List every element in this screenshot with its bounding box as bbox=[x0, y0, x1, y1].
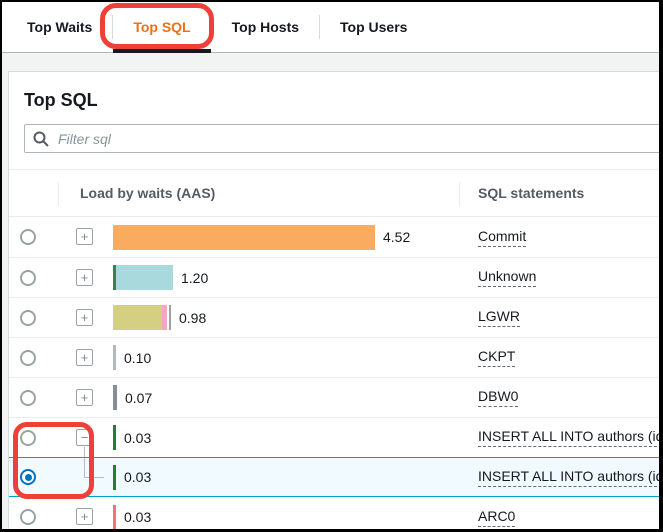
load-bar: 0.10 bbox=[113, 338, 151, 377]
sql-statement-cell: DBW0 bbox=[478, 378, 659, 417]
aas-value: 4.52 bbox=[383, 229, 410, 245]
sql-statement-cell: INSERT ALL INTO authors (id, bbox=[478, 458, 659, 496]
load-bar-segment bbox=[113, 505, 116, 530]
tab-bar: Top Waits Top SQL Top Hosts Top Users bbox=[2, 2, 659, 53]
tab-top-hosts[interactable]: Top Hosts bbox=[212, 2, 319, 52]
sql-statement-cell: Unknown bbox=[478, 258, 659, 297]
radio-button[interactable] bbox=[20, 350, 36, 366]
sql-statement-cell: INSERT ALL INTO authors (id, bbox=[478, 418, 659, 457]
sql-statement-link[interactable]: INSERT ALL INTO authors (id, bbox=[478, 468, 659, 487]
sql-statement-link[interactable]: Commit bbox=[478, 228, 526, 247]
table-row[interactable]: 0.03 INSERT ALL INTO authors (id, bbox=[9, 457, 659, 497]
tree-connector-line bbox=[84, 447, 85, 457]
expand-row-button-plus-icon[interactable]: + bbox=[76, 309, 93, 326]
aas-value: 0.03 bbox=[124, 509, 151, 525]
load-bar: 4.52 bbox=[113, 217, 410, 257]
sql-statement-link[interactable]: INSERT ALL INTO authors (id, bbox=[478, 428, 659, 447]
tree-connector-elbow bbox=[84, 458, 104, 478]
panel-title: Top SQL bbox=[24, 90, 659, 111]
aas-value: 0.98 bbox=[179, 310, 206, 326]
sql-statement-link[interactable]: ARC0 bbox=[478, 508, 515, 527]
aas-value: 0.07 bbox=[125, 390, 152, 406]
column-header-load-by-waits[interactable]: Load by waits (AAS) bbox=[80, 185, 215, 201]
sql-statement-link[interactable]: Unknown bbox=[478, 268, 536, 287]
tab-label: Top Waits bbox=[27, 19, 92, 35]
aas-value: 0.03 bbox=[124, 430, 151, 446]
aas-value: 0.03 bbox=[124, 469, 151, 485]
column-divider bbox=[58, 182, 59, 206]
load-bar: 0.98 bbox=[113, 298, 206, 337]
table-body: +4.52 Commit +1.20 Unknown +0.98 LGWR +0.10 CKP… bbox=[9, 217, 659, 532]
top-sql-panel: Top SQL Load by waits (AAS) SQL statemen… bbox=[8, 71, 659, 529]
sql-statement-cell: Commit bbox=[478, 217, 659, 257]
tab-label: Top SQL bbox=[133, 19, 190, 35]
sql-statement-link[interactable]: CKPT bbox=[478, 348, 515, 367]
expand-row-button-plus-icon[interactable]: + bbox=[76, 508, 93, 525]
tab-label: Top Hosts bbox=[232, 19, 299, 35]
tab-top-sql[interactable]: Top SQL bbox=[113, 2, 210, 52]
radio-button[interactable] bbox=[20, 390, 36, 406]
expand-row-button-plus-icon[interactable]: + bbox=[76, 269, 93, 286]
tab-top-waits[interactable]: Top Waits bbox=[7, 2, 112, 52]
load-bar-segment bbox=[113, 425, 116, 450]
filter-input[interactable] bbox=[56, 130, 655, 148]
load-bar: 0.03 bbox=[113, 458, 151, 496]
table-header: Load by waits (AAS) SQL statements bbox=[9, 169, 659, 217]
aas-value: 1.20 bbox=[181, 270, 208, 286]
load-bar: 1.20 bbox=[113, 258, 208, 297]
tab-label: Top Users bbox=[340, 19, 407, 35]
table-row[interactable]: +0.10 CKPT bbox=[9, 337, 659, 377]
load-bar: 0.03 bbox=[113, 418, 151, 457]
load-bar: 0.03 bbox=[113, 497, 151, 532]
table-row[interactable]: − 0.03 INSERT ALL INTO authors (id, bbox=[9, 417, 659, 457]
sql-statement-cell: CKPT bbox=[478, 338, 659, 377]
radio-button-checked[interactable] bbox=[20, 469, 36, 485]
radio-button[interactable] bbox=[20, 310, 36, 326]
radio-button[interactable] bbox=[20, 270, 36, 286]
load-bar-segment bbox=[113, 465, 116, 490]
column-divider bbox=[459, 182, 460, 206]
collapse-row-button-minus-icon[interactable]: − bbox=[76, 429, 93, 446]
radio-button[interactable] bbox=[20, 509, 36, 525]
column-header-sql-statements[interactable]: SQL statements bbox=[478, 185, 584, 201]
load-bar-segment bbox=[113, 305, 162, 330]
search-icon bbox=[33, 131, 49, 147]
expand-row-button-plus-icon[interactable]: + bbox=[76, 228, 93, 245]
radio-button[interactable] bbox=[20, 430, 36, 446]
table-row[interactable]: +0.98 LGWR bbox=[9, 297, 659, 337]
table-row[interactable]: +0.07 DBW0 bbox=[9, 377, 659, 417]
sql-statement-link[interactable]: DBW0 bbox=[478, 388, 518, 407]
load-bar-segment bbox=[113, 345, 116, 370]
load-bar-segment bbox=[113, 225, 375, 250]
sql-statement-cell: LGWR bbox=[478, 298, 659, 337]
load-bar-segment bbox=[113, 385, 117, 410]
tab-top-users[interactable]: Top Users bbox=[320, 2, 427, 52]
sql-statement-link[interactable]: LGWR bbox=[478, 308, 520, 327]
load-bar-segment bbox=[169, 305, 171, 330]
radio-button[interactable] bbox=[20, 229, 36, 245]
filter-box[interactable] bbox=[24, 124, 663, 153]
load-bar-segment bbox=[116, 265, 173, 290]
load-bar: 0.07 bbox=[113, 378, 152, 417]
expand-row-button-plus-icon[interactable]: + bbox=[76, 389, 93, 406]
table-row[interactable]: +0.03 ARC0 bbox=[9, 497, 659, 532]
expand-row-button-plus-icon[interactable]: + bbox=[76, 349, 93, 366]
aas-value: 0.10 bbox=[124, 350, 151, 366]
sql-statement-cell: ARC0 bbox=[478, 497, 659, 532]
table-row[interactable]: +1.20 Unknown bbox=[9, 257, 659, 297]
performance-insights-screen: Top Waits Top SQL Top Hosts Top Users Top S… bbox=[0, 0, 663, 532]
table-row[interactable]: +4.52 Commit bbox=[9, 217, 659, 257]
